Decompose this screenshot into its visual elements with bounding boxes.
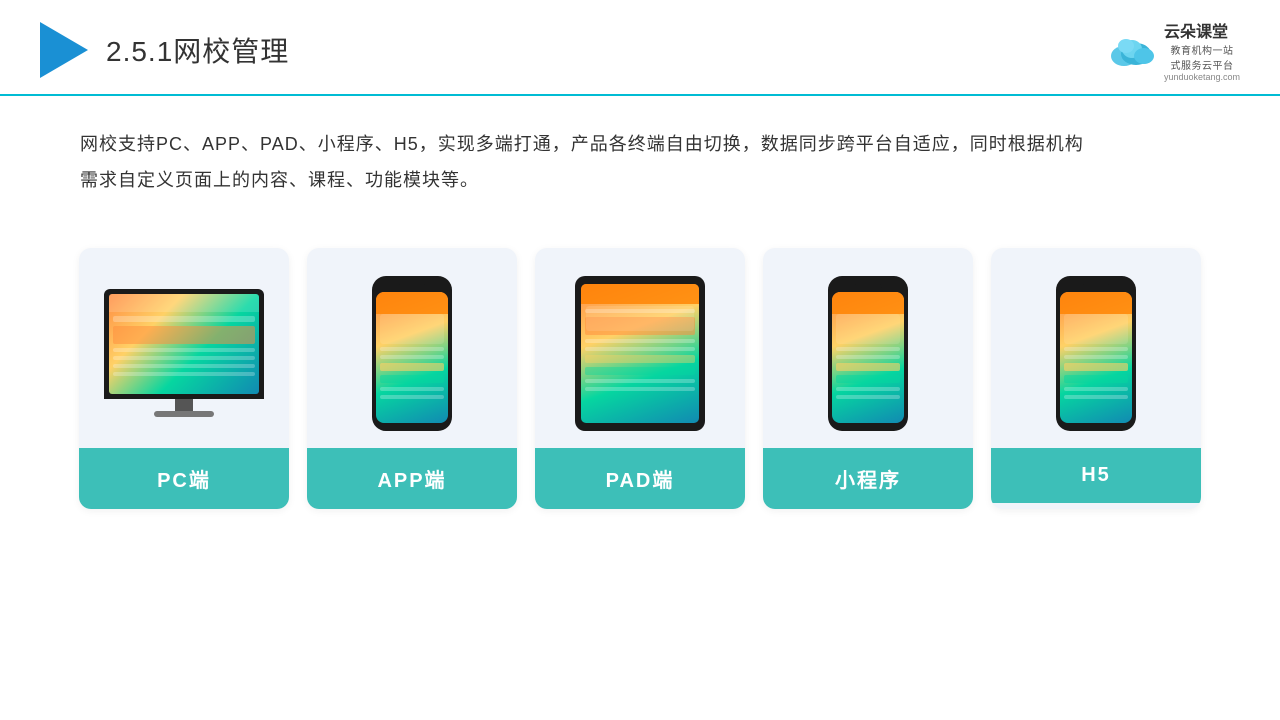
h5-phone-mock xyxy=(1056,276,1136,431)
title-text: 网校管理 xyxy=(173,36,289,67)
phone-screen-3 xyxy=(1060,292,1132,423)
monitor-frame xyxy=(104,289,264,399)
card-h5-label: H5 xyxy=(991,448,1201,503)
cloud-logo: 云朵课堂 教育机构一站式服务云平台 yunduoketang.com xyxy=(1106,18,1240,82)
header: 2.5.1网校管理 云朵课堂 教育机构一站式服务云平台 yunduoketang… xyxy=(0,0,1280,96)
card-pad-label: PAD端 xyxy=(535,448,745,509)
card-pad: PAD端 xyxy=(535,248,745,509)
description-line2: 需求自定义页面上的内容、课程、功能模块等。 xyxy=(80,162,1200,198)
phone-notch-2 xyxy=(854,284,882,289)
card-app: APP端 xyxy=(307,248,517,509)
brand-logo-area: 云朵课堂 教育机构一站式服务云平台 yunduoketang.com xyxy=(1106,18,1240,82)
card-h5: H5 xyxy=(991,248,1201,509)
monitor-screen xyxy=(109,294,259,394)
tablet-mock xyxy=(575,276,705,431)
monitor-neck xyxy=(175,399,193,411)
card-app-image xyxy=(307,248,517,448)
card-h5-image xyxy=(991,248,1201,448)
card-app-label: APP端 xyxy=(307,448,517,509)
card-pc: PC端 xyxy=(79,248,289,509)
play-arrow-icon xyxy=(40,22,88,78)
header-left: 2.5.1网校管理 xyxy=(40,22,289,78)
bottom-spacer xyxy=(0,529,1280,569)
phone-screen xyxy=(376,292,448,423)
title-number: 2.5.1 xyxy=(106,36,173,67)
phone-screen-2 xyxy=(832,292,904,423)
card-miniprogram: 小程序 xyxy=(763,248,973,509)
brand-name-text: 云朵课堂 xyxy=(1164,18,1240,42)
description-line1: 网校支持PC、APP、PAD、小程序、H5，实现多端打通，产品各终端自由切换，数… xyxy=(80,126,1200,162)
monitor-base xyxy=(154,411,214,417)
card-pad-image xyxy=(535,248,745,448)
tablet-screen xyxy=(581,284,699,423)
description-text: 网校支持PC、APP、PAD、小程序、H5，实现多端打通，产品各终端自由切换，数… xyxy=(0,96,1280,208)
cards-section: PC端 APP端 xyxy=(0,218,1280,529)
card-pc-image xyxy=(79,248,289,448)
page-title: 2.5.1网校管理 xyxy=(106,30,289,70)
cloud-icon xyxy=(1106,34,1158,66)
phone-notch xyxy=(398,284,426,289)
pc-device-mock xyxy=(104,289,264,417)
miniprogram-phone-mock xyxy=(828,276,908,431)
brand-tagline: 教育机构一站式服务云平台 xyxy=(1164,42,1240,72)
card-pc-label: PC端 xyxy=(79,448,289,509)
brand-name: 云朵课堂 教育机构一站式服务云平台 yunduoketang.com xyxy=(1164,18,1240,82)
phone-notch-3 xyxy=(1082,284,1110,289)
card-miniprogram-image xyxy=(763,248,973,448)
card-miniprogram-label: 小程序 xyxy=(763,448,973,509)
app-phone-mock xyxy=(372,276,452,431)
brand-url: yunduoketang.com xyxy=(1164,72,1240,82)
